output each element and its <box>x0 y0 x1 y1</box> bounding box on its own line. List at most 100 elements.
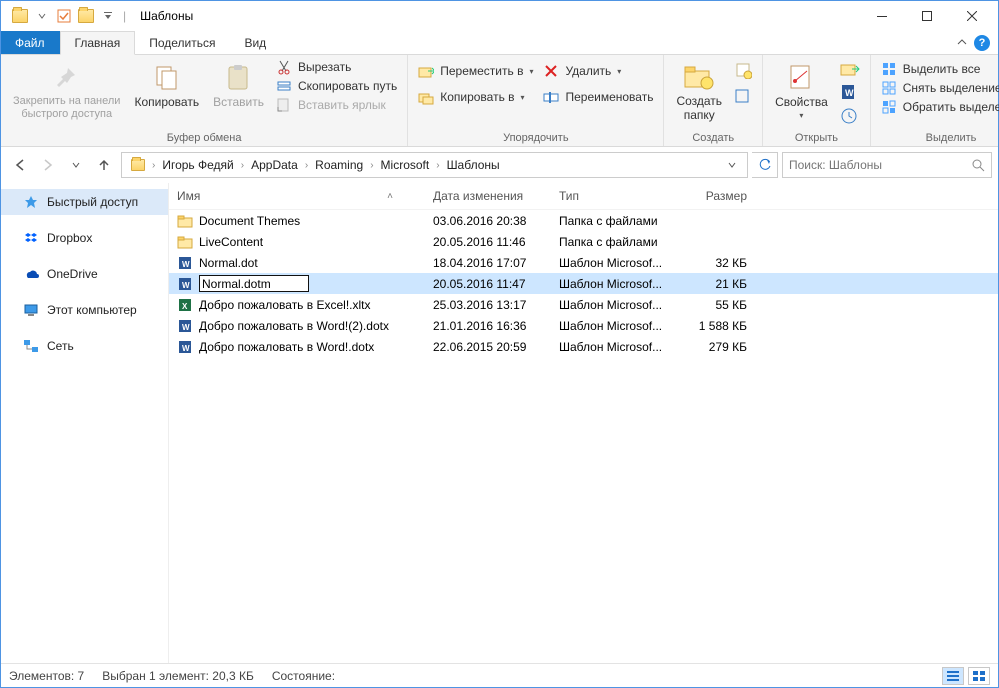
breadcrumb-item[interactable]: Roaming <box>310 158 368 172</box>
rename-button[interactable]: Переименовать <box>543 89 653 105</box>
copyto-button[interactable]: Копировать в ▾ <box>418 89 533 105</box>
history-dropdown[interactable] <box>63 152 89 178</box>
chevron-right-icon[interactable]: › <box>434 160 441 171</box>
tab-share[interactable]: Поделиться <box>135 31 230 54</box>
chevron-right-icon[interactable]: › <box>239 160 246 171</box>
column-size[interactable]: Размер <box>675 189 755 203</box>
rename-icon <box>543 89 559 105</box>
breadcrumb-root-icon[interactable] <box>126 159 150 171</box>
dropbox-icon <box>23 230 39 246</box>
copypath-icon <box>276 78 292 94</box>
up-button[interactable] <box>91 152 117 178</box>
chevron-right-icon[interactable]: › <box>150 160 157 171</box>
edit-icon[interactable]: W <box>840 83 860 101</box>
sidebar-item-quickaccess[interactable]: Быстрый доступ <box>1 189 168 215</box>
sidebar-item-thispc[interactable]: Этот компьютер <box>1 297 168 323</box>
search-input[interactable] <box>789 158 965 172</box>
properties-button[interactable]: Свойства ▾ <box>769 57 834 124</box>
quick-access-toolbar <box>5 7 117 25</box>
word-icon: W <box>177 276 193 292</box>
breadcrumb-item[interactable]: Игорь Федяй <box>157 158 238 172</box>
status-bar: Элементов: 7 Выбран 1 элемент: 20,3 КБ С… <box>1 663 998 687</box>
file-row[interactable]: XДобро пожаловать в Excel!.xltx25.03.201… <box>169 294 998 315</box>
folder-icon <box>177 213 193 229</box>
refresh-button[interactable] <box>752 152 778 178</box>
file-name: Добро пожаловать в Excel!.xltx <box>199 298 371 312</box>
invert-icon <box>881 99 897 115</box>
tab-file[interactable]: Файл <box>1 31 60 54</box>
paste-button[interactable]: Вставить <box>207 57 270 113</box>
word-icon: W <box>177 255 193 271</box>
file-row[interactable]: WNormal.dot18.04.2016 17:07Шаблон Micros… <box>169 252 998 273</box>
column-date[interactable]: Дата изменения <box>433 189 559 203</box>
file-row[interactable]: LiveContent20.05.2016 11:46Папка с файла… <box>169 231 998 252</box>
file-row[interactable]: W20.05.2016 11:47Шаблон Microsof...21 КБ <box>169 273 998 294</box>
tab-view[interactable]: Вид <box>230 31 281 54</box>
moveto-button[interactable]: Переместить в ▾ <box>418 63 533 79</box>
breadcrumb-item[interactable]: Шаблоны <box>442 158 505 172</box>
sidebar-item-dropbox[interactable]: Dropbox <box>1 225 168 251</box>
folder-icon[interactable] <box>77 7 95 25</box>
back-button[interactable] <box>7 152 33 178</box>
file-row[interactable]: Document Themes03.06.2016 20:38Папка с ф… <box>169 210 998 231</box>
maximize-button[interactable] <box>904 2 949 31</box>
qat-dropdown-icon[interactable] <box>99 7 117 25</box>
folder-icon <box>177 234 193 250</box>
network-icon <box>23 338 39 354</box>
file-size: 1 588 КБ <box>675 319 755 333</box>
view-details-button[interactable] <box>942 667 964 685</box>
ribbon-expand-icon[interactable] <box>956 37 968 49</box>
copy-button[interactable]: Копировать <box>128 57 205 113</box>
chevron-down-icon: ▾ <box>617 67 621 76</box>
view-icons-button[interactable] <box>968 667 990 685</box>
help-icon[interactable]: ? <box>974 35 990 51</box>
invert-button[interactable]: Обратить выделение <box>881 99 999 115</box>
easyaccess-icon[interactable] <box>734 88 752 106</box>
file-date: 20.05.2016 11:47 <box>433 277 559 291</box>
delete-button[interactable]: Удалить ▾ <box>543 63 653 79</box>
file-row[interactable]: WДобро пожаловать в Word!.dotx22.06.2015… <box>169 336 998 357</box>
minimize-button[interactable] <box>859 2 904 31</box>
folder-icon <box>11 7 29 25</box>
selectall-button[interactable]: Выделить все <box>881 61 999 77</box>
pin-button[interactable]: Закрепить на панели быстрого доступа <box>7 57 126 124</box>
properties-icon <box>785 61 817 93</box>
svg-text:W: W <box>182 260 190 269</box>
word-icon: W <box>177 339 193 355</box>
checkbox-selected-icon[interactable] <box>55 7 73 25</box>
file-row[interactable]: WДобро пожаловать в Word!(2).dotx21.01.2… <box>169 315 998 336</box>
select-group-label: Выделить <box>877 130 999 146</box>
history-icon[interactable] <box>840 107 860 125</box>
breadcrumb-dropdown-icon[interactable] <box>721 160 743 170</box>
open-icon[interactable] <box>840 61 860 77</box>
status-count: Элементов: 7 <box>9 669 84 683</box>
column-type[interactable]: Тип <box>559 189 675 203</box>
file-name: Document Themes <box>199 214 300 228</box>
ribbon-group-organize: Переместить в ▾ Копировать в ▾ Удалить ▾ <box>408 55 664 146</box>
window-title: Шаблоны <box>140 9 193 23</box>
tab-home[interactable]: Главная <box>60 31 136 55</box>
breadcrumb-item[interactable]: Microsoft <box>376 158 435 172</box>
selectnone-button[interactable]: Снять выделение <box>881 80 999 96</box>
chevron-right-icon[interactable]: › <box>303 160 310 171</box>
close-button[interactable] <box>949 2 994 31</box>
chevron-right-icon[interactable]: › <box>368 160 375 171</box>
breadcrumb[interactable]: › Игорь Федяй › AppData › Roaming › Micr… <box>121 152 748 178</box>
sidebar-item-network[interactable]: Сеть <box>1 333 168 359</box>
app-dropdown-icon[interactable] <box>33 7 51 25</box>
file-list[interactable]: Document Themes03.06.2016 20:38Папка с ф… <box>169 210 998 663</box>
column-headers[interactable]: Имя˄ Дата изменения Тип Размер <box>169 183 998 210</box>
pasteshortcut-button[interactable]: Вставить ярлык <box>276 97 397 113</box>
newfolder-button[interactable]: Создать папку <box>670 57 728 127</box>
sidebar-item-onedrive[interactable]: OneDrive <box>1 261 168 287</box>
sort-asc-icon: ˄ <box>387 191 393 202</box>
rename-input[interactable] <box>199 275 309 292</box>
newitem-icon[interactable] <box>734 61 752 79</box>
forward-button[interactable] <box>35 152 61 178</box>
breadcrumb-item[interactable]: AppData <box>246 158 303 172</box>
column-name[interactable]: Имя˄ <box>177 189 433 203</box>
svg-text:W: W <box>845 88 854 98</box>
cut-button[interactable]: Вырезать <box>276 59 397 75</box>
search-box[interactable] <box>782 152 992 178</box>
copypath-button[interactable]: Скопировать путь <box>276 78 397 94</box>
